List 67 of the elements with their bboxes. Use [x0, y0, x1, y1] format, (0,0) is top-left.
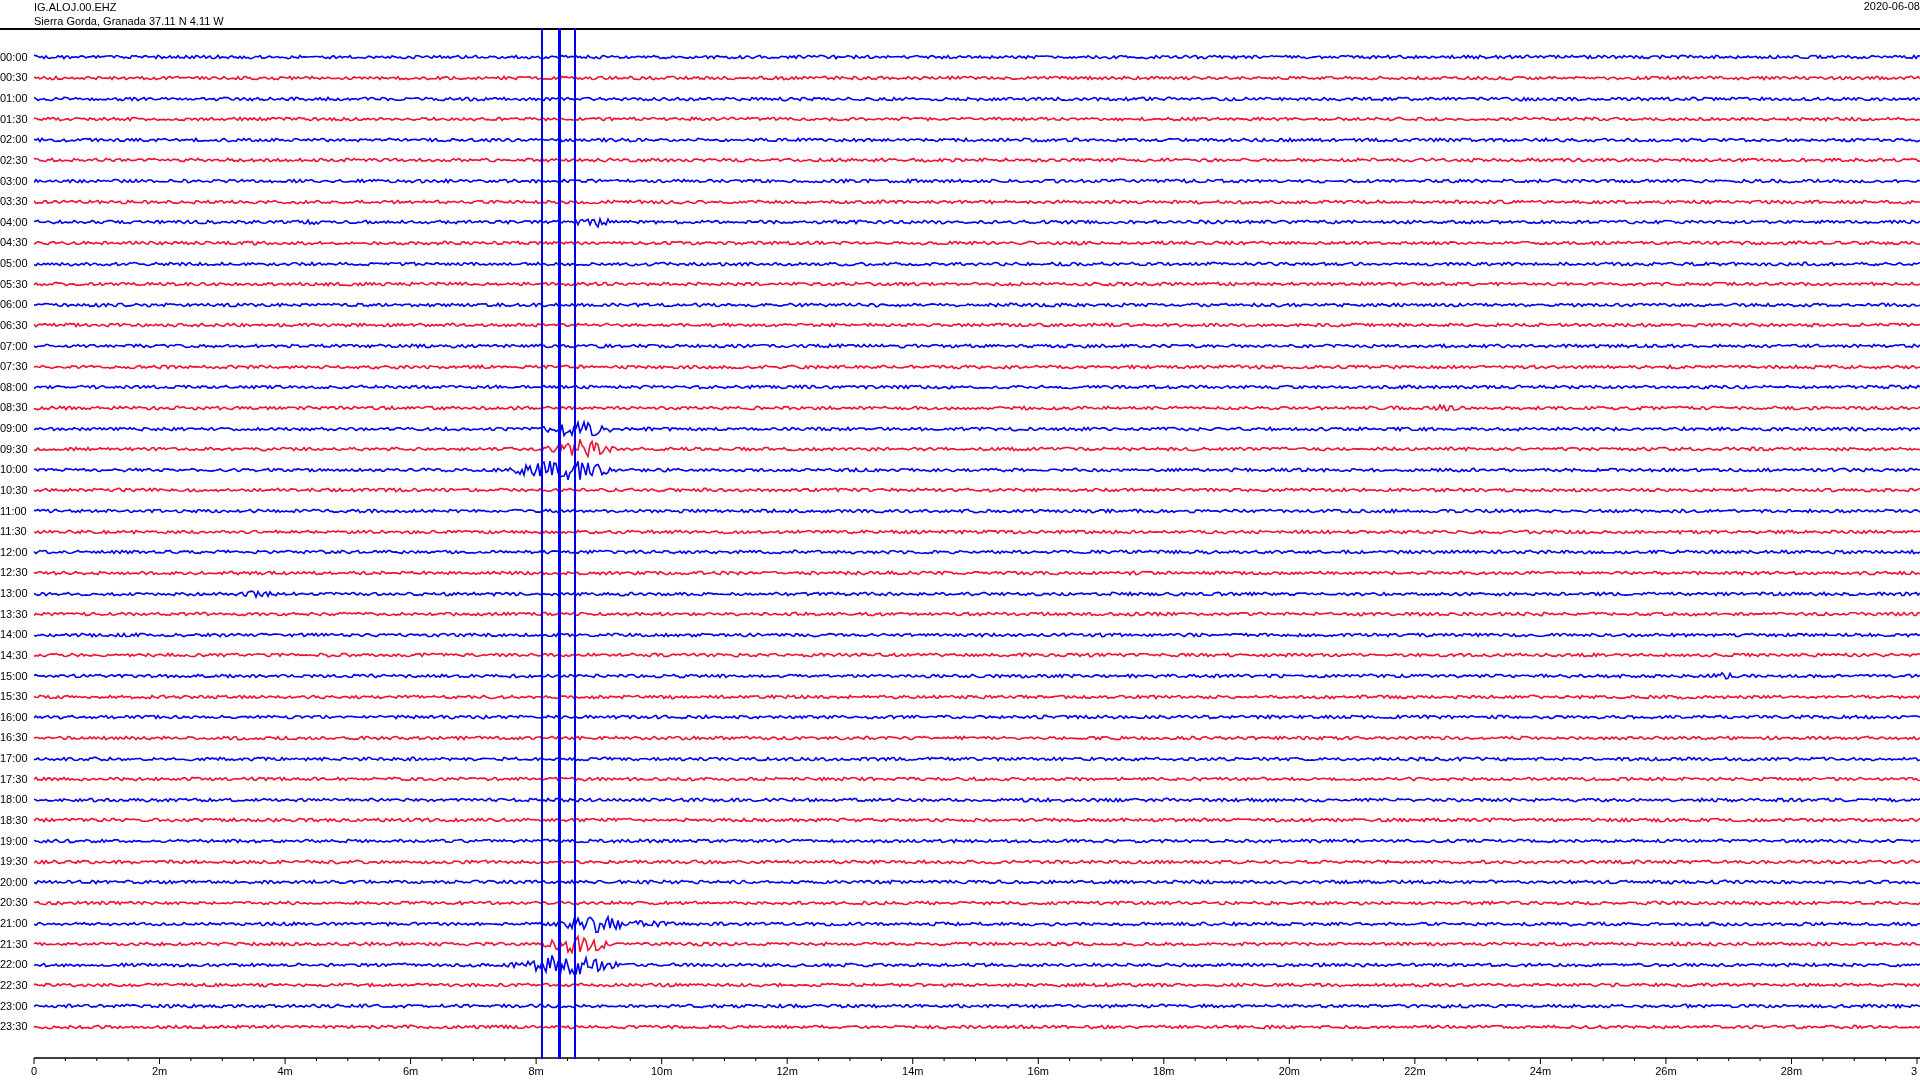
time-label: 14:00	[0, 628, 29, 642]
time-label: 08:30	[0, 401, 29, 415]
time-label: 16:00	[0, 710, 29, 724]
axis-tick-label: 26m	[1655, 1065, 1677, 1077]
time-label: 06:00	[0, 298, 29, 312]
time-label: 15:00	[0, 669, 29, 683]
axis-tick-label: 16m	[1027, 1065, 1049, 1077]
time-label: 21:30	[0, 937, 29, 951]
time-label: 09:00	[0, 422, 29, 436]
time-label: 07:30	[0, 360, 29, 374]
axis-tick-label: 22m	[1404, 1065, 1426, 1077]
axis-tick-label: 8m	[528, 1065, 544, 1077]
time-label: 07:00	[0, 339, 29, 353]
time-label: 22:30	[0, 978, 29, 992]
time-label: 14:30	[0, 648, 29, 662]
time-label: 17:00	[0, 752, 29, 766]
time-label: 06:30	[0, 318, 29, 332]
time-label: 12:30	[0, 566, 29, 580]
axis-tick-label: 2m	[151, 1065, 168, 1077]
axis-tick-label: 6m	[402, 1065, 419, 1077]
time-label: 11:00	[0, 504, 28, 518]
time-label: 09:30	[0, 442, 29, 456]
time-label: 21:00	[0, 917, 29, 931]
time-label: 00:00	[0, 50, 29, 64]
time-label: 03:00	[0, 174, 29, 188]
axis-tick-label: 10m	[650, 1065, 673, 1077]
axis-tick-label: 14m	[902, 1065, 924, 1077]
axis-tick-label: 18m	[1153, 1065, 1175, 1077]
time-label: 23:00	[0, 999, 29, 1013]
time-label: 18:00	[0, 793, 29, 807]
axis-tick-label: 28m	[1780, 1065, 1803, 1077]
time-label: 13:00	[0, 587, 29, 601]
time-label: 11:30	[0, 525, 28, 539]
time-label: 20:00	[0, 875, 29, 889]
time-label: 16:30	[0, 731, 29, 745]
time-label: 19:30	[0, 855, 29, 869]
time-label: 12:00	[0, 545, 29, 559]
time-label: 03:30	[0, 195, 29, 209]
time-label: 04:00	[0, 215, 29, 229]
time-label: 04:30	[0, 236, 29, 250]
axis-tick-label: 0	[30, 1065, 38, 1077]
time-label: 01:30	[0, 112, 29, 126]
time-label: 19:00	[0, 834, 29, 848]
axis-tick-label: 20m	[1278, 1065, 1301, 1077]
time-label: 05:30	[0, 277, 29, 291]
time-label: 13:30	[0, 607, 29, 621]
time-label: 00:30	[0, 71, 29, 85]
axis-tick-label: 3	[1911, 1065, 1918, 1077]
time-label: 02:00	[0, 133, 29, 147]
time-label: 20:30	[0, 896, 29, 910]
axis-tick-label: 4m	[277, 1065, 293, 1077]
time-label: 10:00	[0, 463, 29, 477]
time-label: 01:00	[0, 92, 29, 106]
time-label: 08:00	[0, 380, 29, 394]
time-label: 10:30	[0, 483, 29, 497]
time-label: 23:30	[0, 1020, 29, 1034]
date-label: 2020-06-08	[1863, 0, 1920, 13]
time-label: 18:30	[0, 813, 29, 827]
time-label: 15:30	[0, 690, 29, 704]
station-code: IG.ALOJ.00.EHZ	[34, 0, 117, 14]
axis-tick-label: 12m	[776, 1065, 798, 1077]
time-label: 05:00	[0, 257, 29, 271]
time-label: 22:00	[0, 958, 29, 972]
axis-tick-label: 24m	[1529, 1065, 1552, 1077]
time-label: 17:30	[0, 772, 29, 786]
station-location: Sierra Gorda, Granada 37.11 N 4.11 W	[34, 14, 224, 28]
time-label: 02:30	[0, 153, 29, 167]
